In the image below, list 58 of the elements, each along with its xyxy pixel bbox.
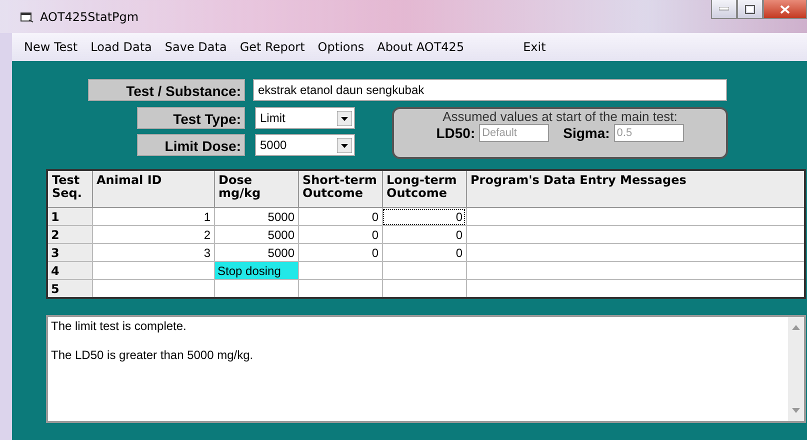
menu-item[interactable]: Load Data [90, 40, 152, 54]
long-term-header: Long-term Outcome [382, 170, 466, 208]
scroll-down-icon [792, 408, 800, 413]
table-cell[interactable]: 0 [382, 244, 466, 262]
dropdown-arrow-icon [337, 110, 352, 126]
table-cell[interactable]: 0 [298, 226, 382, 244]
table-cell[interactable]: 2 [92, 226, 214, 244]
test-type-label: Test Type: [137, 107, 245, 129]
menu-item[interactable]: Exit [523, 40, 546, 54]
animal-id-header: Animal ID [92, 170, 214, 208]
table-cell[interactable]: 1 [92, 208, 214, 226]
table-cell[interactable]: 0 [382, 226, 466, 244]
table-cell[interactable] [298, 262, 382, 280]
dropdown-arrow-icon [337, 138, 352, 152]
seq-cell: 3 [47, 244, 92, 262]
close-icon [780, 4, 790, 14]
table-cell[interactable]: 5000 [214, 226, 298, 244]
seq-cell: 5 [47, 280, 92, 298]
test-type-dropdown[interactable]: Limit [255, 107, 355, 129]
close-button[interactable] [763, 0, 807, 19]
minimize-icon [719, 7, 729, 11]
menu-item[interactable]: Options [318, 40, 364, 54]
menu-item[interactable]: Get Report [240, 40, 305, 54]
seq-cell: 1 [47, 208, 92, 226]
seq-cell: 2 [47, 226, 92, 244]
scroll-up-icon [792, 325, 800, 330]
assumed-values-title: Assumed values at start of the main test: [442, 109, 678, 124]
messages-header: Program's Data Entry Messages [466, 170, 805, 208]
table-cell[interactable]: 0 [382, 208, 466, 226]
substance-label: Test / Substance: [88, 79, 245, 101]
maximize-icon [745, 4, 755, 14]
output-line: The LD50 is greater than 5000 mg/kg. [51, 348, 254, 362]
table-cell[interactable]: 5000 [214, 208, 298, 226]
seq-cell: 4 [47, 262, 92, 280]
maximize-button[interactable] [737, 0, 763, 19]
sigma-label: Sigma: [563, 125, 610, 141]
table-cell[interactable] [382, 262, 466, 280]
ld50-label: LD50: [436, 125, 476, 141]
menu-item[interactable]: New Test [24, 40, 78, 54]
minimize-button[interactable] [711, 0, 737, 19]
substance-field[interactable]: ekstrak etanol daun sengkubak [253, 79, 727, 101]
limit-dose-label: Limit Dose: [137, 134, 245, 156]
scrollbar[interactable] [788, 317, 804, 421]
output-line: The limit test is complete. [51, 319, 186, 333]
table-cell[interactable]: 0 [298, 244, 382, 262]
menu-item[interactable]: Save Data [164, 40, 227, 54]
output-text-area[interactable]: The limit test is complete. The LD50 is greater than 5000 mg/kg. [46, 315, 806, 423]
table-cell[interactable]: 0 [298, 208, 382, 226]
table-cell[interactable] [92, 262, 214, 280]
window-icon [20, 10, 34, 22]
table-cell[interactable]: 3 [92, 244, 214, 262]
limit-dose-dropdown[interactable]: 5000 [255, 134, 355, 156]
table-cell[interactable]: Stop dosing [214, 262, 298, 280]
dose-header: Dose mg/kg [214, 170, 298, 208]
short-term-header: Short-term Outcome [298, 170, 382, 208]
window-title: AOT425StatPgm [40, 10, 139, 24]
menu-item[interactable]: About AOT425 [377, 40, 464, 54]
seq-header: Test Seq. [47, 170, 92, 208]
